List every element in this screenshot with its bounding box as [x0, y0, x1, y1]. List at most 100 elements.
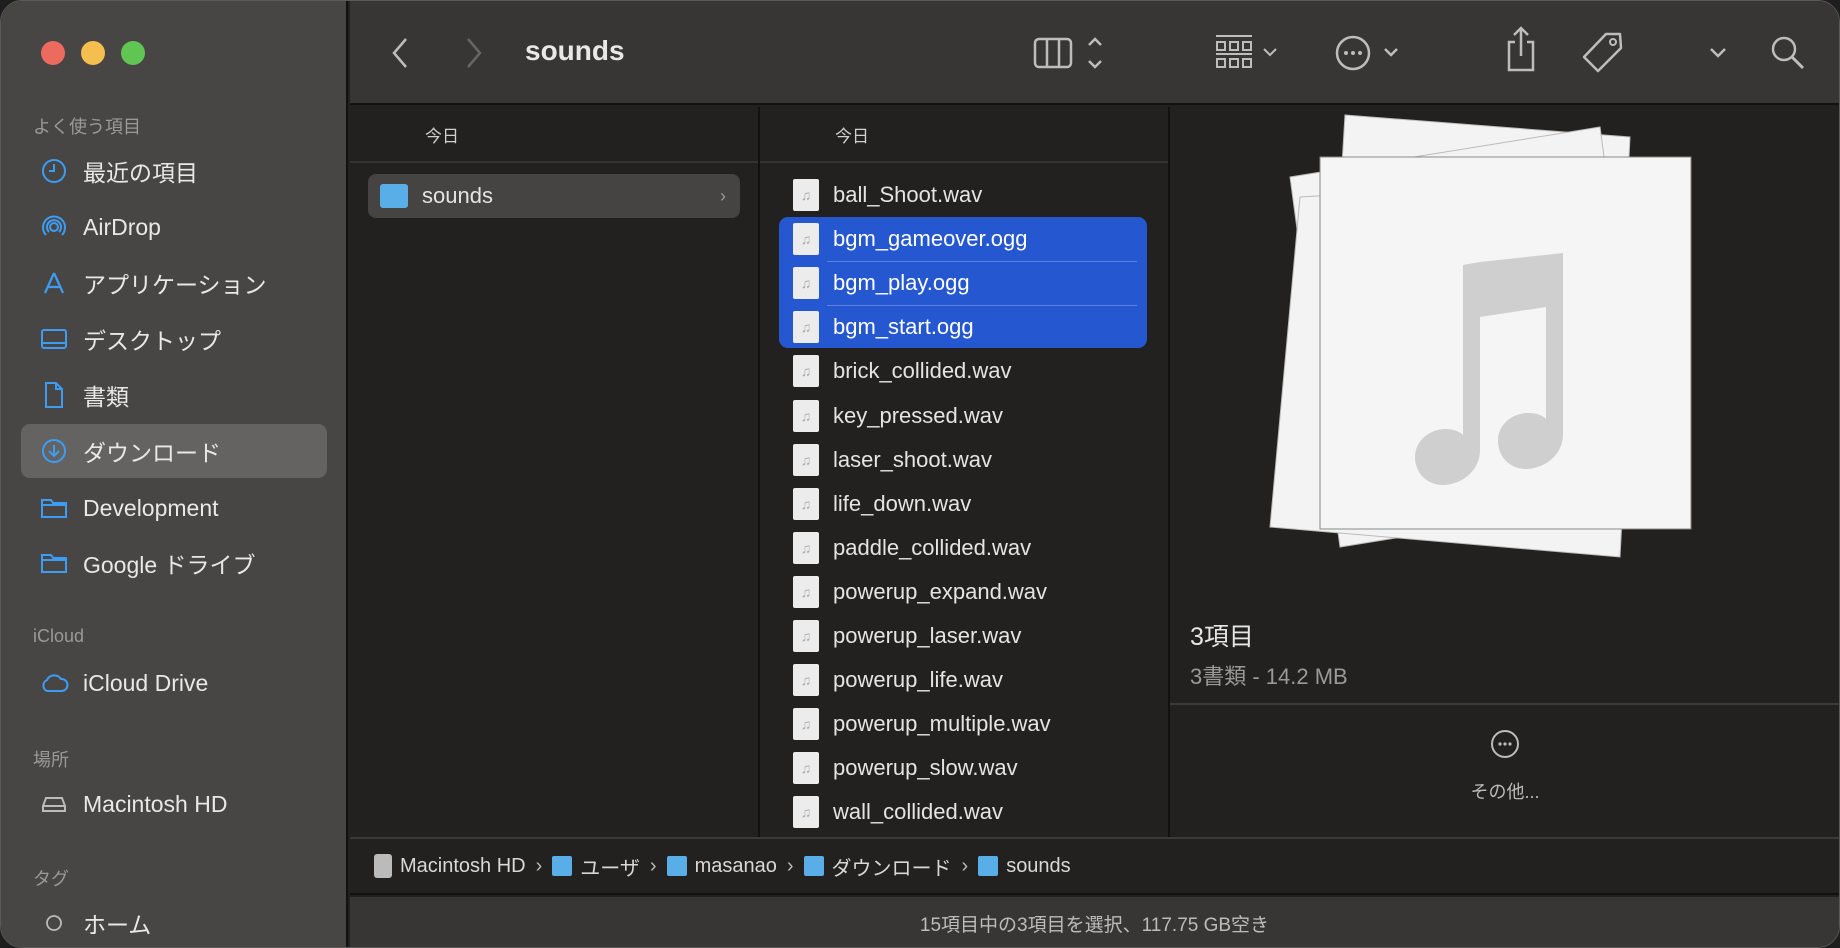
audio-file-icon: ♫: [793, 355, 819, 388]
tag-circle-icon: [39, 908, 69, 938]
audio-file-icon: ♫: [793, 575, 819, 608]
window-title: sounds: [525, 35, 625, 66]
path-item[interactable]: sounds: [978, 855, 1071, 878]
file-name: ball_Shoot.wav: [833, 182, 983, 207]
chevron-right-icon: ›: [961, 854, 969, 877]
file-row[interactable]: ♫ powerup_slow.wav: [781, 747, 1147, 789]
file-name: powerup_multiple.wav: [833, 711, 1051, 737]
file-row[interactable]: ♫ bgm_start.ogg: [781, 306, 1147, 348]
file-name: powerup_life.wav: [833, 667, 1003, 693]
sidebar-item[interactable]: Macintosh HD: [21, 777, 327, 831]
path-bar: Macintosh HD › ユーザ › masanao › ダウンロード › sounds: [350, 837, 1839, 895]
tag-icon[interactable]: [1580, 32, 1624, 73]
audio-file-icon: ♫: [793, 531, 819, 564]
back-button[interactable]: [390, 33, 410, 73]
path-label: ユーザ: [580, 857, 640, 880]
folder-icon: [380, 184, 408, 208]
sidebar-section-heading: タグ: [33, 869, 69, 889]
audio-file-icon: ♫: [793, 267, 819, 300]
file-row[interactable]: ♫ key_pressed.wav: [781, 395, 1147, 437]
sidebar-item[interactable]: 最近の項目: [21, 144, 327, 198]
path-item[interactable]: Macintosh HD ›: [374, 854, 552, 878]
column-header: 今日: [760, 107, 1168, 163]
chevron-down-icon[interactable]: [1708, 33, 1728, 73]
file-row[interactable]: ♫ paddle_collided.wav: [781, 527, 1147, 569]
folder-row-sounds[interactable]: sounds ›: [368, 174, 740, 218]
sidebar-item[interactable]: ホーム: [21, 896, 327, 947]
more-label: その他...: [1470, 782, 1540, 802]
file-name: powerup_laser.wav: [833, 623, 1022, 648]
path-item[interactable]: ダウンロード ›: [803, 852, 979, 881]
search-icon[interactable]: [1770, 33, 1806, 73]
sidebar-item-label: ホーム: [83, 912, 152, 938]
file-name: brick_collided.wav: [833, 358, 1012, 384]
sidebar-item-label: デスクトップ: [83, 328, 221, 354]
preview-pane: 3項目 3書類 - 14.2 MB その他...: [1170, 107, 1839, 837]
applications-icon: [39, 268, 69, 298]
file-name: key_pressed.wav: [833, 402, 1003, 428]
zoom-button[interactable]: [121, 41, 145, 65]
file-row[interactable]: ♫ powerup_laser.wav: [781, 615, 1147, 657]
file-name: bgm_start.ogg: [833, 314, 974, 340]
audio-file-icon: ♫: [793, 664, 819, 697]
file-row[interactable]: ♫ powerup_expand.wav: [781, 571, 1147, 613]
column-header: 今日: [350, 107, 758, 163]
path-label: ダウンロード: [831, 857, 952, 880]
file-name: wall_collided.wav: [833, 799, 1003, 825]
audio-file-icon: ♫: [793, 179, 819, 211]
file-row[interactable]: ♫ powerup_life.wav: [781, 659, 1147, 701]
preview-title: 3項目: [1190, 623, 1254, 651]
file-name: bgm_play.ogg: [833, 270, 970, 296]
sidebar-item-label: Macintosh HD: [83, 790, 228, 817]
file-name: powerup_expand.wav: [833, 578, 1048, 604]
folder-icon: [552, 856, 573, 876]
sidebar-item[interactable]: アプリケーション: [21, 256, 327, 310]
sidebar-item[interactable]: AirDrop: [21, 200, 327, 254]
sidebar: よく使う項目 最近の項目 AirDrop アプリケーション デスクトップ 書類 ダウンロード…: [1, 1, 348, 947]
document-icon: [39, 380, 69, 410]
file-row[interactable]: ♫ brick_collided.wav: [781, 350, 1147, 392]
file-row[interactable]: ♫ wall_collided.wav: [781, 791, 1147, 833]
audio-file-icon: ♫: [793, 443, 819, 476]
more-button[interactable]: その他...: [1440, 729, 1570, 804]
airdrop-icon: [39, 212, 69, 242]
sidebar-item-label: Google ドライブ: [83, 552, 256, 578]
file-name: life_down.wav: [833, 490, 972, 516]
sidebar-item[interactable]: iCloud Drive: [21, 656, 327, 710]
folder-icon: [39, 493, 69, 523]
group-button[interactable]: [1214, 33, 1284, 73]
audio-file-icon: ♫: [793, 487, 819, 520]
file-row[interactable]: ♫ bgm_gameover.ogg: [781, 218, 1147, 260]
file-row[interactable]: ♫ bgm_play.ogg: [781, 262, 1147, 304]
forward-button[interactable]: [464, 33, 484, 73]
file-row[interactable]: ♫ life_down.wav: [781, 483, 1147, 525]
share-icon[interactable]: [1505, 26, 1537, 72]
audio-file-icon: ♫: [793, 752, 819, 785]
close-button[interactable]: [41, 41, 65, 65]
minimize-button[interactable]: [81, 41, 105, 65]
cloud-icon: [39, 668, 69, 698]
sidebar-item[interactable]: 書類: [21, 368, 327, 422]
action-more-button[interactable]: [1335, 33, 1405, 73]
sidebar-section-heading: iCloud: [33, 626, 85, 646]
file-row[interactable]: ♫ powerup_multiple.wav: [781, 703, 1147, 745]
sidebar-item[interactable]: Google ドライブ: [21, 536, 327, 590]
sidebar-item[interactable]: Development: [21, 481, 327, 535]
file-row[interactable]: ♫ laser_shoot.wav: [781, 439, 1147, 481]
sidebar-item[interactable]: デスクトップ: [21, 312, 327, 366]
chevron-right-icon: ›: [786, 854, 794, 877]
view-mode-button[interactable]: [1033, 33, 1113, 73]
file-row[interactable]: ♫ ball_Shoot.wav: [781, 174, 1147, 216]
sidebar-item-label: iCloud Drive: [83, 669, 209, 696]
path-item[interactable]: ユーザ ›: [552, 852, 666, 881]
column-1: 今日 sounds ›: [350, 107, 760, 837]
sidebar-section-heading: 場所: [33, 750, 69, 770]
audio-file-icon: ♫: [793, 708, 819, 741]
chevron-right-icon: ›: [535, 854, 543, 877]
divider: [1170, 703, 1839, 705]
disk-icon: [39, 789, 69, 819]
toolbar: sounds: [350, 1, 1839, 105]
path-item[interactable]: masanao ›: [666, 854, 804, 878]
clock-icon: [39, 156, 69, 186]
sidebar-item[interactable]: ダウンロード: [21, 424, 327, 478]
